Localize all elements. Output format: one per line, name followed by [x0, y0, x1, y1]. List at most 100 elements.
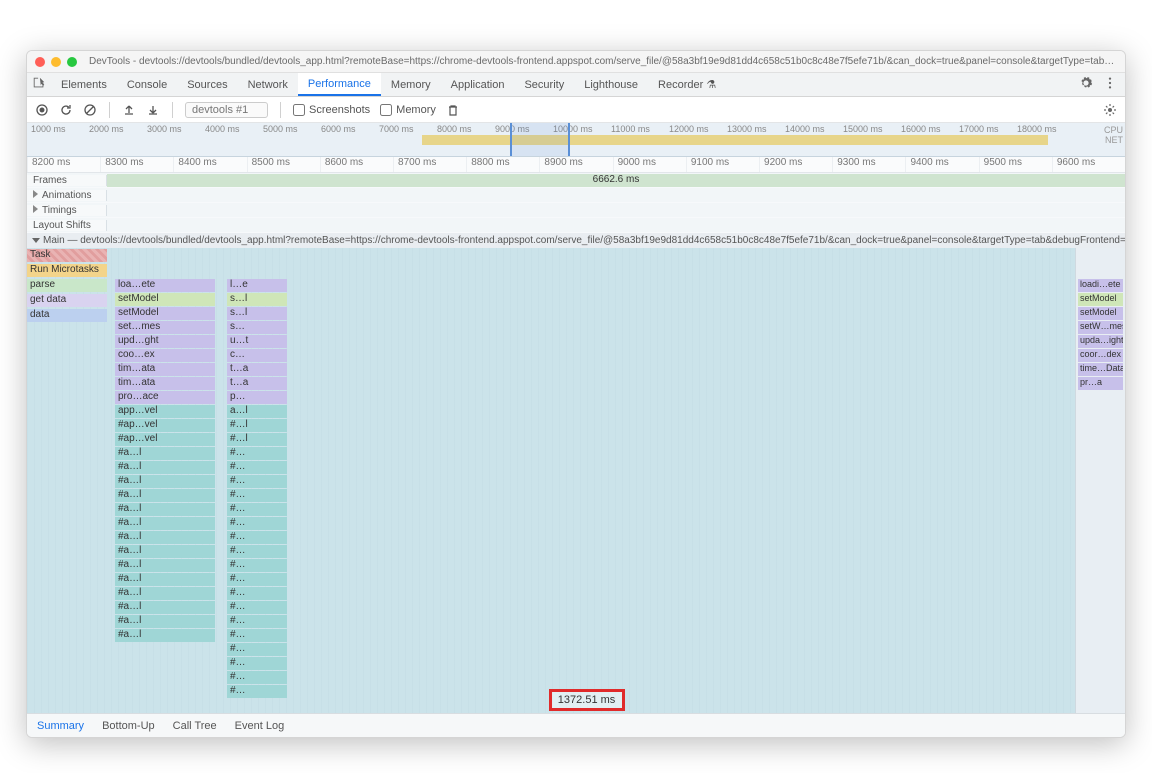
flame-entry[interactable]: #…: [227, 531, 287, 544]
flame-entry[interactable]: #a…l: [115, 615, 215, 628]
flame-entry[interactable]: data: [27, 309, 107, 322]
detail-ruler[interactable]: 8200 ms8300 ms8400 ms8500 ms8600 ms8700 …: [27, 157, 1125, 173]
flame-entry[interactable]: tim…ata: [115, 363, 215, 376]
flame-entry[interactable]: #…: [227, 643, 287, 656]
tab-memory[interactable]: Memory: [381, 73, 441, 96]
details-tab-event-log[interactable]: Event Log: [235, 720, 285, 732]
flame-entry[interactable]: s…l: [227, 293, 287, 306]
memory-toggle[interactable]: Memory: [380, 104, 436, 116]
tab-network[interactable]: Network: [238, 73, 298, 96]
flame-entry[interactable]: #…: [227, 545, 287, 558]
tab-security[interactable]: Security: [514, 73, 574, 96]
flame-entry[interactable]: #a…l: [115, 489, 215, 502]
reload-icon[interactable]: [59, 103, 73, 117]
track-animations-label[interactable]: Animations: [27, 190, 107, 201]
track-layout-shifts-label[interactable]: Layout Shifts: [27, 220, 107, 231]
tab-lighthouse[interactable]: Lighthouse: [574, 73, 648, 96]
flame-entry[interactable]: parse: [27, 279, 107, 292]
flame-entry[interactable]: set…mes: [115, 321, 215, 334]
flame-entry[interactable]: #…: [227, 671, 287, 684]
flame-entry[interactable]: t…a: [227, 377, 287, 390]
settings-gear-icon[interactable]: [1079, 76, 1093, 93]
flame-entry[interactable]: #a…l: [115, 629, 215, 642]
flame-entry[interactable]: #…: [227, 601, 287, 614]
flame-entry[interactable]: #…: [227, 503, 287, 516]
details-tab-summary[interactable]: Summary: [37, 720, 84, 732]
details-tab-bottom-up[interactable]: Bottom-Up: [102, 720, 155, 732]
details-tab-call-tree[interactable]: Call Tree: [173, 720, 217, 732]
flame-entry[interactable]: #…l: [227, 433, 287, 446]
flame-entry[interactable]: get data: [27, 294, 107, 307]
flame-chart[interactable]: Frames 6662.6 ms Animations Timings Layo…: [27, 173, 1125, 713]
flame-entry[interactable]: #…: [227, 629, 287, 642]
flame-entry[interactable]: #…: [227, 559, 287, 572]
minimize-window-icon[interactable]: [51, 57, 61, 67]
flame-entry[interactable]: c…: [227, 349, 287, 362]
tab-sources[interactable]: Sources: [177, 73, 237, 96]
kebab-menu-icon[interactable]: [1103, 76, 1117, 93]
flame-entry[interactable]: #ap…vel: [115, 419, 215, 432]
clear-icon[interactable]: [83, 103, 97, 117]
flame-entry[interactable]: upd…ght: [115, 335, 215, 348]
tab-application[interactable]: Application: [441, 73, 515, 96]
flame-entry[interactable]: #a…l: [115, 573, 215, 586]
tab-elements[interactable]: Elements: [51, 73, 117, 96]
flame-entry[interactable]: #…: [227, 685, 287, 698]
screenshots-checkbox[interactable]: [293, 104, 305, 116]
flame-entry[interactable]: #a…l: [115, 447, 215, 460]
flame-entry[interactable]: app…vel: [115, 405, 215, 418]
inspect-icon[interactable]: [27, 76, 51, 93]
flame-entry[interactable]: s…l: [227, 307, 287, 320]
flame-entry[interactable]: #a…l: [115, 601, 215, 614]
flame-entry[interactable]: #a…l: [115, 475, 215, 488]
flame-entry[interactable]: #…: [227, 489, 287, 502]
flame-entry[interactable]: #a…l: [115, 517, 215, 530]
record-icon[interactable]: [35, 103, 49, 117]
capture-settings-gear-icon[interactable]: [1103, 103, 1117, 117]
main-thread-header[interactable]: Main — devtools://devtools/bundled/devto…: [27, 233, 1125, 248]
download-icon[interactable]: [146, 103, 160, 117]
flame-entry[interactable]: setModel: [115, 293, 215, 306]
flame-entry[interactable]: #…: [227, 587, 287, 600]
trash-icon[interactable]: [446, 103, 460, 117]
flame-entry[interactable]: pro…ace: [115, 391, 215, 404]
flame-entry[interactable]: #a…l: [115, 559, 215, 572]
flame-entry[interactable]: #…: [227, 573, 287, 586]
upload-icon[interactable]: [122, 103, 136, 117]
flame-entry[interactable]: #…: [227, 461, 287, 474]
profile-select[interactable]: devtools #1: [185, 102, 268, 118]
flame-entry[interactable]: #a…l: [115, 545, 215, 558]
flame-entry[interactable]: #…: [227, 517, 287, 530]
flame-entry[interactable]: #…: [227, 447, 287, 460]
zoom-window-icon[interactable]: [67, 57, 77, 67]
tab-recorder[interactable]: Recorder ⚗: [648, 73, 726, 96]
flame-entry[interactable]: #…: [227, 657, 287, 670]
flame-entry[interactable]: #…l: [227, 419, 287, 432]
tab-console[interactable]: Console: [117, 73, 177, 96]
flame-entry[interactable]: a…l: [227, 405, 287, 418]
flame-entry[interactable]: p…: [227, 391, 287, 404]
memory-checkbox[interactable]: [380, 104, 392, 116]
flame-entry[interactable]: loa…ete: [115, 279, 215, 292]
flame-entry[interactable]: setModel: [115, 307, 215, 320]
flame-entry[interactable]: Task: [27, 249, 107, 262]
flame-entry[interactable]: t…a: [227, 363, 287, 376]
flame-entry[interactable]: coo…ex: [115, 349, 215, 362]
track-frames-label[interactable]: Frames: [27, 175, 107, 186]
flame-entry[interactable]: tim…ata: [115, 377, 215, 390]
timeline-overview[interactable]: 1000 ms2000 ms3000 ms4000 ms5000 ms6000 …: [27, 123, 1125, 157]
close-window-icon[interactable]: [35, 57, 45, 67]
overview-selection[interactable]: [510, 123, 570, 156]
tab-performance[interactable]: Performance: [298, 73, 381, 96]
flame-entry[interactable]: #…: [227, 475, 287, 488]
frame-bar[interactable]: 6662.6 ms: [107, 174, 1125, 187]
flame-entry[interactable]: #a…l: [115, 587, 215, 600]
flame-entry[interactable]: #…: [227, 615, 287, 628]
flame-entry[interactable]: u…t: [227, 335, 287, 348]
screenshots-toggle[interactable]: Screenshots: [293, 104, 370, 116]
flame-entry[interactable]: #a…l: [115, 531, 215, 544]
flame-entry[interactable]: Run Microtasks: [27, 264, 107, 277]
flame-entry[interactable]: #ap…vel: [115, 433, 215, 446]
flame-entry[interactable]: #a…l: [115, 503, 215, 516]
flame-entry[interactable]: s…: [227, 321, 287, 334]
